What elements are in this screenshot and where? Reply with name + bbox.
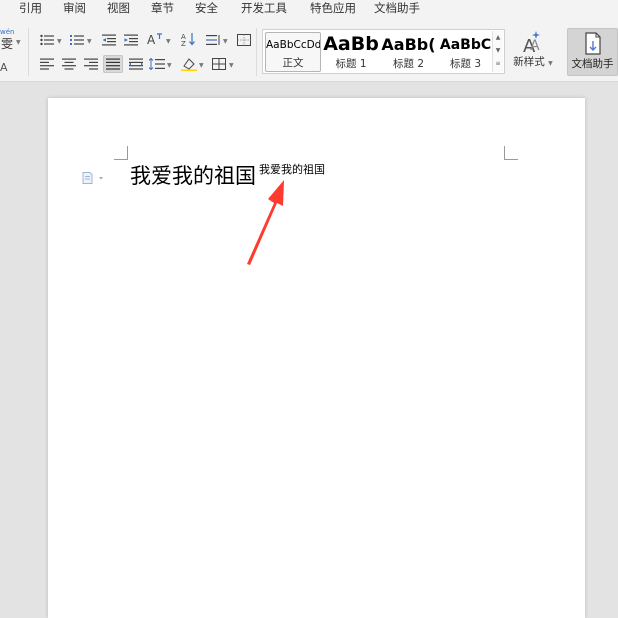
annotation-arrow: [247, 180, 284, 265]
